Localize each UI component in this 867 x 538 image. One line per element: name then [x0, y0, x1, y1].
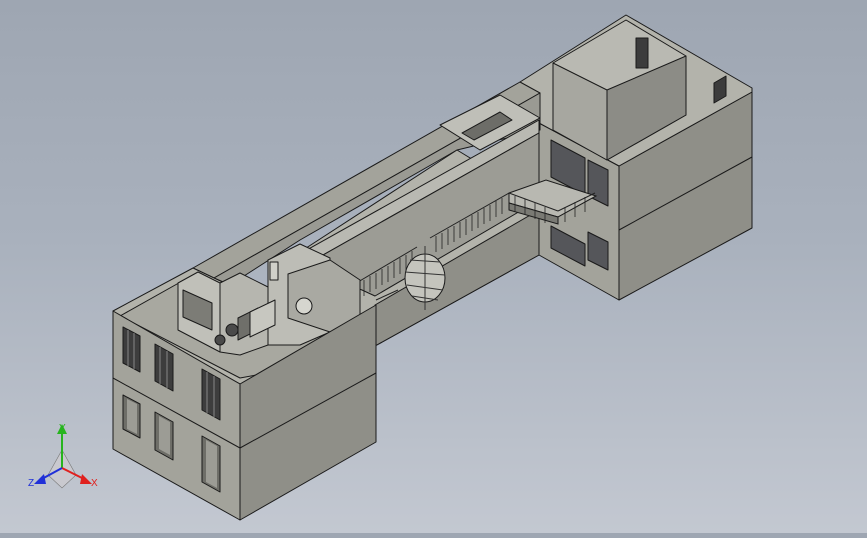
- cad-viewport[interactable]: Y X Z: [0, 0, 867, 533]
- left-building-block[interactable]: [112, 243, 377, 521]
- right-building-block[interactable]: [519, 14, 753, 301]
- y-axis-label: Y: [59, 423, 66, 434]
- axis-triad: Y X Z: [28, 423, 98, 489]
- z-axis-label: Z: [28, 478, 34, 489]
- model-view[interactable]: Y X Z: [0, 0, 867, 533]
- z-axis-arrow: [34, 474, 46, 484]
- x-axis-label: X: [91, 478, 98, 489]
